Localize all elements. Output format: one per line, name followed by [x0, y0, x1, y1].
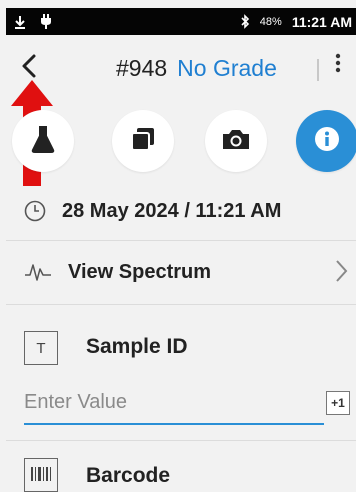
chevron-right-icon	[334, 258, 350, 284]
text-type-icon: T	[24, 331, 58, 365]
barcode-field: Barcode	[6, 448, 356, 492]
timestamp-row: 28 May 2024 / 11:21 AM	[6, 188, 356, 234]
barcode-icon	[24, 458, 58, 492]
grade-label: No Grade	[177, 55, 277, 81]
camera-icon	[221, 127, 251, 156]
more-options-button[interactable]	[328, 51, 348, 81]
app-bar: #948 No Grade	[6, 35, 356, 103]
waveform-icon	[24, 261, 52, 283]
sample-number: #948	[116, 55, 168, 81]
back-button[interactable]	[14, 53, 44, 83]
tab-camera[interactable]	[205, 110, 267, 172]
back-arrow-icon	[19, 53, 39, 84]
tab-info[interactable]	[296, 110, 356, 172]
timestamp-text: 28 May 2024 / 11:21 AM	[62, 199, 282, 222]
status-left-icons	[14, 14, 52, 29]
increment-button[interactable]: +1	[326, 391, 350, 415]
view-spectrum-row[interactable]: View Spectrum	[6, 248, 356, 296]
plug-icon	[40, 14, 52, 29]
view-spectrum-label: View Spectrum	[68, 260, 212, 283]
more-vert-icon	[335, 53, 341, 79]
title-fade	[288, 49, 330, 89]
sample-id-input[interactable]	[24, 385, 324, 425]
barcode-label: Barcode	[86, 464, 171, 487]
title-divider	[317, 59, 319, 81]
sample-id-label: Sample ID	[86, 335, 188, 358]
tab-copy[interactable]	[112, 110, 174, 172]
flask-icon	[30, 125, 56, 158]
page-title: #948 No Grade	[116, 55, 277, 82]
divider	[6, 304, 356, 305]
status-bar: 48% 11:21 AM	[6, 8, 356, 35]
clock-icon	[24, 200, 46, 222]
info-icon	[314, 126, 340, 157]
tab-analysis[interactable]	[12, 110, 74, 172]
status-time: 11:21 AM	[291, 13, 352, 30]
battery-percent: 48%	[259, 15, 282, 28]
status-right-info: 48% 11:21 AM	[240, 14, 352, 30]
sample-id-field: T Sample ID +1	[6, 313, 356, 433]
copy-icon	[130, 126, 156, 157]
bluetooth-icon	[240, 14, 250, 29]
usb-download-icon	[14, 15, 26, 29]
divider	[6, 440, 356, 441]
divider	[6, 240, 356, 241]
